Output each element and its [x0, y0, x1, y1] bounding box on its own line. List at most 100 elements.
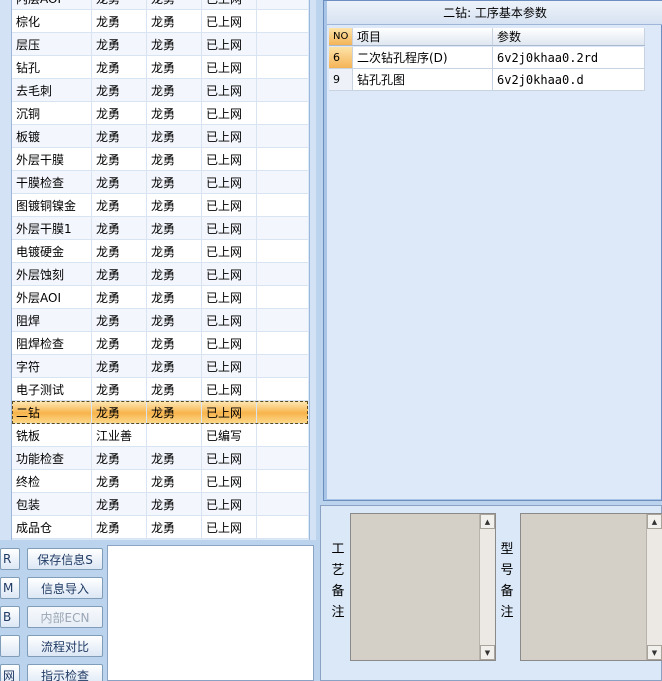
model-notes-label: 型号备注	[500, 542, 514, 620]
extra-cell	[257, 470, 308, 492]
import-info-button[interactable]: 信息导入	[27, 577, 103, 599]
process-notes-label: 工艺备注	[331, 542, 345, 620]
save-info-button[interactable]: 保存信息S	[27, 548, 103, 570]
params-table-header: NO 项目 参数	[329, 28, 645, 46]
table-row[interactable]: 阻焊检查 龙勇 龙勇 已上网	[12, 332, 308, 355]
scroll-down-icon[interactable]: ▼	[647, 645, 662, 660]
flow-compare-button[interactable]: 流程对比	[27, 635, 103, 657]
table-row[interactable]: 阻焊 龙勇 龙勇 已上网	[12, 309, 308, 332]
extra-cell	[257, 493, 308, 515]
approver-name: 龙勇	[147, 286, 202, 308]
status-text: 已上网	[202, 125, 257, 147]
extra-cell	[257, 194, 308, 216]
param-row[interactable]: 6 二次钻孔程序(D) 6v2j0khaa0.2rd	[329, 47, 645, 69]
column-header-no[interactable]: NO	[329, 28, 353, 45]
status-text: 已上网	[202, 10, 257, 32]
table-row[interactable]: 板镀 龙勇 龙勇 已上网	[12, 125, 308, 148]
scroll-up-icon[interactable]: ▲	[480, 514, 495, 529]
extra-cell	[257, 355, 308, 377]
model-notes-textarea[interactable]: ▲ ▼	[520, 513, 662, 661]
table-row[interactable]: 外层干膜1 龙勇 龙勇 已上网	[12, 217, 308, 240]
process-table-left-scrollbar[interactable]	[0, 0, 12, 540]
status-text: 已上网	[202, 56, 257, 78]
process-name: 干膜检查	[12, 171, 92, 193]
approver-name: 龙勇	[147, 309, 202, 331]
status-text: 已上网	[202, 355, 257, 377]
scroll-up-icon[interactable]: ▲	[647, 514, 662, 529]
table-row[interactable]: 外层AOI 龙勇 龙勇 已上网	[12, 286, 308, 309]
extra-cell	[257, 332, 308, 354]
approver-name: 龙勇	[147, 516, 202, 538]
params-table: NO 项目 参数 6 二次钻孔程序(D) 6v2j0khaa0.2rd 9 钻孔…	[327, 25, 661, 499]
param-row[interactable]: 9 钻孔孔图 6v2j0khaa0.d	[329, 69, 645, 91]
table-row[interactable]: 去毛刺 龙勇 龙勇 已上网	[12, 79, 308, 102]
process-name: 终检	[12, 470, 92, 492]
table-row[interactable]: 图镀铜镍金 龙勇 龙勇 已上网	[12, 194, 308, 217]
internal-ecn-button[interactable]: 内部ECN	[27, 606, 103, 628]
approver-name: 龙勇	[147, 148, 202, 170]
param-no: 6	[329, 47, 353, 68]
extra-cell	[257, 424, 308, 446]
stub-button-net[interactable]: 网	[0, 664, 20, 681]
table-row[interactable]: 铣板 江业善 已编写	[12, 424, 308, 447]
process-notes-textarea[interactable]: ▲ ▼	[350, 513, 496, 661]
approver-name: 龙勇	[147, 493, 202, 515]
column-header-item[interactable]: 项目	[353, 28, 493, 45]
extra-cell	[257, 33, 308, 55]
editor-name: 龙勇	[92, 263, 147, 285]
editor-name: 龙勇	[92, 217, 147, 239]
status-text: 已上网	[202, 493, 257, 515]
process-notes-scrollbar[interactable]: ▲ ▼	[479, 514, 495, 660]
model-notes-scrollbar[interactable]: ▲ ▼	[646, 514, 662, 660]
process-name: 铣板	[12, 424, 92, 446]
stub-button-b[interactable]: B	[0, 606, 20, 628]
status-text: 已上网	[202, 33, 257, 55]
table-row[interactable]: 功能检查 龙勇 龙勇 已上网	[12, 447, 308, 470]
process-name: 板镀	[12, 125, 92, 147]
table-row[interactable]: 电子测试 龙勇 龙勇 已上网	[12, 378, 308, 401]
process-name: 外层干膜	[12, 148, 92, 170]
table-row[interactable]: 内层AOI龙勇龙勇已上网	[12, 0, 308, 10]
approver-name: 龙勇	[147, 401, 202, 423]
table-row[interactable]: 干膜检查 龙勇 龙勇 已上网	[12, 171, 308, 194]
process-name: 外层蚀刻	[12, 263, 92, 285]
notes-panel: 工艺备注 ▲ ▼ 型号备注 ▲ ▼	[320, 505, 662, 681]
column-header-value[interactable]: 参数	[493, 28, 645, 45]
process-name: 字符	[12, 355, 92, 377]
param-value: 6v2j0khaa0.2rd	[493, 47, 645, 68]
extra-cell	[257, 125, 308, 147]
approver-name: 龙勇	[147, 332, 202, 354]
scroll-down-icon[interactable]: ▼	[480, 645, 495, 660]
editor-name: 龙勇	[92, 125, 147, 147]
stub-button-blank[interactable]	[0, 635, 20, 657]
table-row[interactable]: 棕化 龙勇 龙勇 已上网	[12, 10, 308, 33]
editor-name: 龙勇	[92, 33, 147, 55]
approver-name: 龙勇	[147, 470, 202, 492]
stub-button-m[interactable]: M	[0, 577, 20, 599]
table-row[interactable]: 外层蚀刻 龙勇 龙勇 已上网	[12, 263, 308, 286]
table-row[interactable]: 层压 龙勇 龙勇 已上网	[12, 33, 308, 56]
stub-button-r[interactable]: R	[0, 548, 20, 570]
table-row-selected[interactable]: 二钻 龙勇 龙勇 已上网	[12, 401, 308, 424]
table-row[interactable]: 电镀硬金 龙勇 龙勇 已上网	[12, 240, 308, 263]
extra-cell	[257, 401, 308, 423]
process-table-right-scrollbar[interactable]	[309, 0, 316, 540]
table-row[interactable]: 钻孔 龙勇 龙勇 已上网	[12, 56, 308, 79]
process-table: 内层AOI龙勇龙勇已上网棕化龙勇龙勇已上网层压龙勇龙勇已上网钻孔龙勇龙勇已上网去…	[12, 0, 308, 539]
table-row[interactable]: 外层干膜 龙勇 龙勇 已上网	[12, 148, 308, 171]
process-name: 外层干膜1	[12, 217, 92, 239]
check-instructions-button[interactable]: 指示检查	[27, 664, 103, 681]
process-name: 钻孔	[12, 56, 92, 78]
extra-cell	[257, 10, 308, 32]
approver-name: 龙勇	[147, 217, 202, 239]
table-row[interactable]: 字符 龙勇 龙勇 已上网	[12, 355, 308, 378]
param-value: 6v2j0khaa0.d	[493, 69, 645, 90]
extra-cell	[257, 447, 308, 469]
table-row[interactable]: 成品仓 龙勇 龙勇 已上网	[12, 516, 308, 539]
extra-cell	[257, 263, 308, 285]
table-row[interactable]: 终检 龙勇 龙勇 已上网	[12, 470, 308, 493]
extra-cell	[257, 0, 308, 9]
table-row[interactable]: 沉铜 龙勇 龙勇 已上网	[12, 102, 308, 125]
approver-name: 龙勇	[147, 0, 202, 9]
table-row[interactable]: 包装 龙勇 龙勇 已上网	[12, 493, 308, 516]
